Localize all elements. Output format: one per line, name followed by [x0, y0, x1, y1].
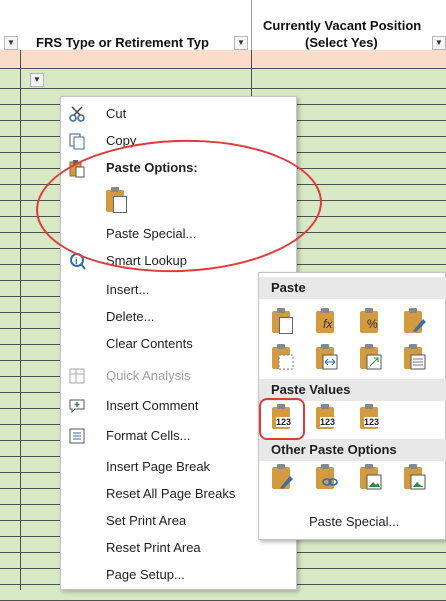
- paste-linked-button[interactable]: [399, 343, 429, 373]
- gridline: [20, 50, 21, 590]
- menu-label: Cut: [106, 106, 127, 121]
- menu-label: Clear Contents: [106, 336, 193, 351]
- paste-picture-button[interactable]: [355, 463, 385, 493]
- row-active[interactable]: [0, 69, 446, 89]
- menu-label: Quick Analysis: [106, 368, 191, 383]
- column-header-vacant-label-2: (Select Yes): [305, 35, 378, 50]
- paste-transpose-button[interactable]: [355, 343, 385, 373]
- paste-values-source-formatting-button[interactable]: 123: [355, 403, 385, 433]
- paste-formatting-button[interactable]: [267, 463, 297, 493]
- paste-keep-column-widths-button[interactable]: [311, 343, 341, 373]
- menu-label: Page Setup...: [106, 567, 185, 582]
- highlight-box: [259, 398, 305, 440]
- menu-label: Insert Comment: [106, 398, 199, 413]
- percent-glyph: %: [367, 317, 378, 331]
- filter-dropdown-vacant[interactable]: ▼: [432, 36, 446, 50]
- values-badge: 123: [320, 417, 336, 427]
- paste-formulas-button[interactable]: fx: [311, 307, 341, 337]
- menu-item-page-setup[interactable]: Page Setup...: [61, 562, 296, 588]
- menu-item-cut[interactable]: Cut: [61, 101, 296, 127]
- submenu-item-paste-special[interactable]: Paste Special...: [259, 509, 445, 535]
- other-paste-options-heading: Other Paste Options: [259, 439, 446, 461]
- menu-label: Delete...: [106, 309, 155, 324]
- paste-heading: Paste: [259, 277, 446, 299]
- menu-label: Paste Special...: [309, 514, 400, 529]
- menu-label: Insert...: [106, 282, 150, 297]
- filter-dropdown-left[interactable]: ▼: [4, 36, 18, 50]
- paste-all-button[interactable]: [267, 307, 297, 337]
- values-badge: 123: [364, 417, 380, 427]
- paste-linked-picture-button[interactable]: [399, 463, 429, 493]
- quick-analysis-icon: [67, 366, 87, 386]
- scissors-icon: [67, 104, 87, 124]
- paste-keep-source-formatting-button[interactable]: [399, 307, 429, 337]
- column-header-frs-label: FRS Type or Retirement Typ: [36, 35, 209, 50]
- menu-label: Format Cells...: [106, 428, 191, 443]
- paste-link-button[interactable]: [311, 463, 341, 493]
- menu-label: Set Print Area: [106, 513, 187, 528]
- menu-label: Reset All Page Breaks: [106, 486, 236, 501]
- comment-icon: [67, 396, 87, 416]
- cell-dropdown[interactable]: ▼: [30, 73, 44, 87]
- paste-sheet-icon: [279, 317, 293, 334]
- row-header-band[interactable]: [0, 50, 446, 69]
- paste-formulas-number-format-button[interactable]: %: [355, 307, 385, 337]
- copy-icon: [67, 131, 87, 151]
- filter-dropdown-frs[interactable]: ▼: [234, 36, 248, 50]
- paste-values-number-format-button[interactable]: 123: [311, 403, 341, 433]
- column-header-vacant-label-1: Currently Vacant Position: [263, 18, 422, 33]
- menu-label: Insert Page Break: [106, 459, 211, 474]
- format-cells-icon: [67, 426, 87, 446]
- menu-label: Reset Print Area: [106, 540, 201, 555]
- fx-glyph: fx: [323, 317, 333, 331]
- svg-text:i: i: [75, 256, 78, 266]
- paste-no-borders-button[interactable]: [267, 343, 297, 373]
